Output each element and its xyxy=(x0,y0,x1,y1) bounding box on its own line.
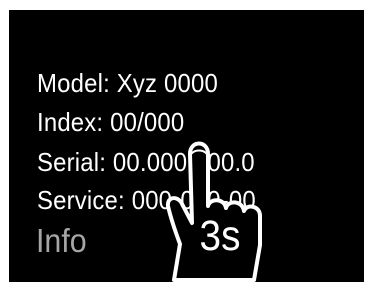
hold-duration-label: 3s xyxy=(199,212,241,260)
hand-press-icon[interactable] xyxy=(150,110,290,290)
model-line: Model: Xyz 0000 xyxy=(37,68,218,98)
info-title: Info xyxy=(36,222,87,259)
